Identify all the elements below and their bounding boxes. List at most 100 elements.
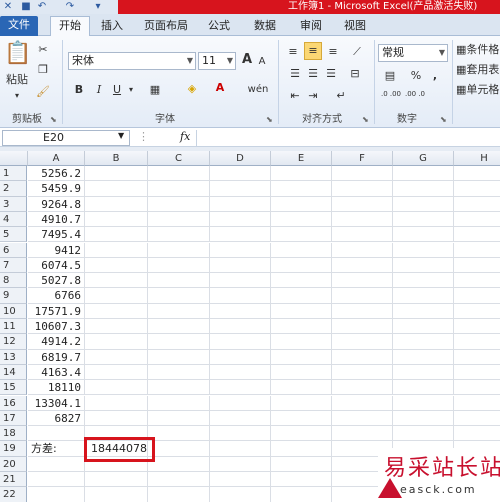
bold-button[interactable]: B <box>72 82 86 98</box>
cell[interactable] <box>332 364 393 381</box>
align-left-icon[interactable]: ☰ <box>288 66 302 82</box>
cell[interactable] <box>271 257 332 274</box>
formula-input[interactable] <box>196 130 500 146</box>
cell[interactable] <box>332 181 393 197</box>
clipboard-launcher-icon[interactable]: ⬊ <box>50 115 57 124</box>
cell[interactable] <box>393 319 454 335</box>
cell[interactable] <box>28 426 85 442</box>
cell[interactable] <box>85 227 148 243</box>
cell[interactable] <box>148 242 210 258</box>
cell-value[interactable]: 6819.7 <box>28 349 85 365</box>
cell-value[interactable]: 5027.8 <box>28 273 85 289</box>
tab-data[interactable]: 数据 <box>248 17 282 36</box>
cell[interactable] <box>393 395 454 411</box>
cell[interactable] <box>85 364 148 381</box>
select-all-corner[interactable] <box>0 151 28 166</box>
cell[interactable] <box>148 273 210 289</box>
column-header-g[interactable]: G <box>393 151 454 166</box>
row-header[interactable]: 18 <box>0 426 27 442</box>
cell[interactable] <box>210 364 271 381</box>
cell[interactable] <box>454 411 500 427</box>
cell-value[interactable]: 7495.4 <box>28 227 85 243</box>
cell[interactable] <box>148 364 210 381</box>
name-box[interactable]: E20 <box>2 130 130 146</box>
row-header[interactable]: 14 <box>0 364 27 381</box>
cell-value[interactable]: 9412 <box>28 242 85 258</box>
cell-styles-button[interactable]: ▦单元格 <box>456 82 500 98</box>
cell[interactable] <box>148 181 210 197</box>
cell[interactable] <box>148 288 210 304</box>
cell[interactable] <box>393 426 454 442</box>
cell[interactable] <box>210 319 271 335</box>
cell[interactable] <box>332 410 393 427</box>
cell[interactable] <box>28 456 85 472</box>
row-header[interactable]: 4 <box>0 211 27 228</box>
percent-button[interactable]: % <box>410 68 422 84</box>
cell[interactable] <box>454 227 500 243</box>
row-header[interactable]: 6 <box>0 242 27 258</box>
column-header-e[interactable]: E <box>271 151 332 166</box>
cell[interactable] <box>271 380 332 396</box>
cell[interactable] <box>454 243 500 258</box>
alignment-launcher-icon[interactable]: ⬊ <box>362 115 369 124</box>
tab-formulas[interactable]: 公式 <box>202 17 236 36</box>
cell[interactable] <box>271 242 332 258</box>
cell[interactable] <box>210 257 271 274</box>
decrease-decimal-button[interactable]: .00 .0 <box>404 90 426 98</box>
cell[interactable] <box>454 273 500 289</box>
cell[interactable] <box>393 181 454 197</box>
undo-icon[interactable]: ↶ <box>36 1 48 13</box>
tab-home[interactable]: 开始 <box>50 16 90 37</box>
cell-value[interactable]: 13304.1 <box>28 395 85 411</box>
pinyin-button[interactable]: wén <box>246 82 270 98</box>
font-color-icon[interactable]: A <box>212 80 228 96</box>
column-header-c[interactable]: C <box>148 151 210 166</box>
cell[interactable] <box>85 288 148 304</box>
cell[interactable] <box>271 303 332 319</box>
cell[interactable] <box>148 319 210 335</box>
cell[interactable] <box>210 196 271 212</box>
row-header[interactable]: 8 <box>0 273 27 289</box>
increase-decimal-button[interactable]: .0 .00 <box>380 90 402 98</box>
cell[interactable] <box>393 242 454 258</box>
cell[interactable] <box>210 472 271 488</box>
cell[interactable] <box>332 334 393 350</box>
row-header[interactable]: 20 <box>0 456 27 472</box>
increase-indent-icon[interactable]: ⇥ <box>306 88 320 104</box>
cell[interactable] <box>148 472 210 488</box>
cell[interactable] <box>271 181 332 197</box>
column-header-b[interactable]: B <box>85 151 148 166</box>
cell[interactable] <box>393 380 454 396</box>
cell[interactable] <box>148 410 210 427</box>
cell[interactable] <box>454 212 500 228</box>
cell[interactable] <box>210 441 271 457</box>
row-header[interactable]: 16 <box>0 395 27 411</box>
cell[interactable] <box>393 273 454 289</box>
row-header[interactable]: 19 <box>0 441 27 457</box>
cell[interactable] <box>210 303 271 319</box>
cell[interactable] <box>271 227 332 243</box>
cell[interactable] <box>148 334 210 350</box>
cell[interactable] <box>210 227 271 243</box>
cell-value[interactable]: 18110 <box>28 380 85 396</box>
cell[interactable] <box>148 349 210 365</box>
cell[interactable] <box>393 211 454 228</box>
cell[interactable] <box>85 211 148 228</box>
cell-value[interactable]: 10607.3 <box>28 319 85 335</box>
cell[interactable] <box>28 472 85 488</box>
cell[interactable] <box>271 441 332 457</box>
cell[interactable] <box>271 410 332 427</box>
cell[interactable] <box>271 349 332 365</box>
cell[interactable] <box>271 273 332 289</box>
column-header-a[interactable]: A <box>28 151 85 166</box>
align-middle-icon[interactable]: ≡ <box>304 42 322 60</box>
cell[interactable] <box>210 211 271 228</box>
cell[interactable] <box>271 334 332 350</box>
cell[interactable] <box>210 380 271 396</box>
cell[interactable] <box>271 487 332 502</box>
row-header[interactable]: 11 <box>0 319 27 335</box>
cell[interactable] <box>271 196 332 212</box>
cell[interactable] <box>210 166 271 182</box>
cell-value[interactable]: 4914.2 <box>28 334 85 350</box>
cell[interactable] <box>454 350 500 365</box>
